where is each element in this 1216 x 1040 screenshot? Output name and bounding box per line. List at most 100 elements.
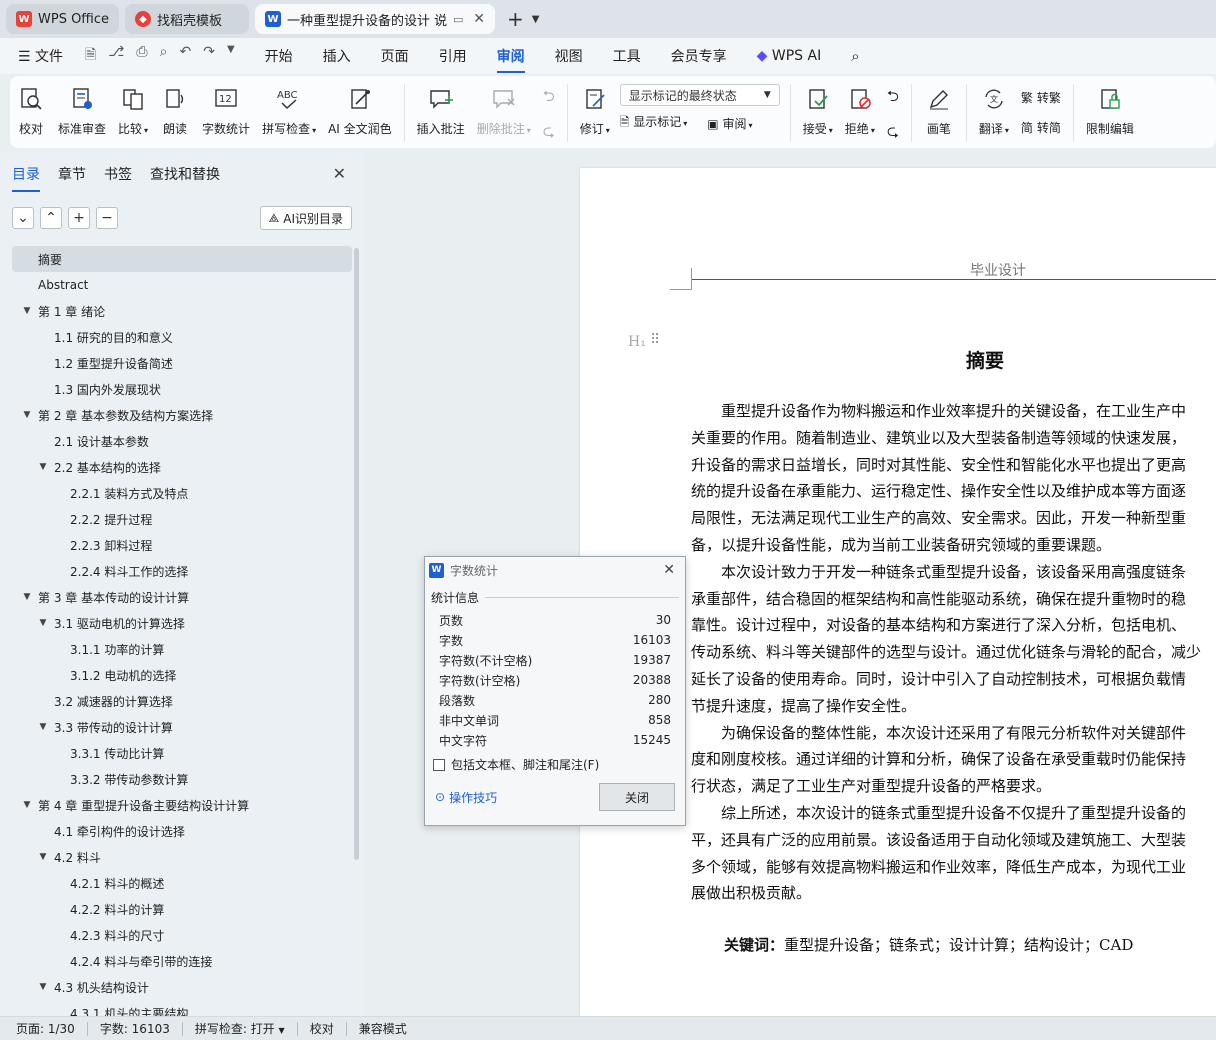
next-change-icon[interactable]: ⮎ — [887, 121, 899, 146]
toc-item[interactable]: 3.1.2 电动机的选择 — [12, 662, 352, 688]
toc-item[interactable]: 3.3.2 带传动参数计算 — [12, 766, 352, 792]
expand-down-icon[interactable]: ⌄ — [12, 207, 34, 229]
toc-item[interactable]: 1.1 研究的目的和意义 — [12, 324, 352, 350]
menu-member[interactable]: 会员专享 — [671, 46, 727, 66]
translate-button[interactable]: 文 翻译 ▾ — [979, 84, 1009, 137]
previous-comment-icon[interactable]: ⮌ — [543, 86, 555, 111]
proof-indicator[interactable]: 校对 — [310, 1020, 334, 1037]
spell-check-indicator[interactable]: 拼写检查: 打开 ▼ — [195, 1020, 285, 1037]
expand-arrow-icon[interactable]: ▼ — [20, 592, 34, 602]
checkbox-icon[interactable] — [433, 758, 445, 771]
close-icon[interactable]: ✕ — [333, 164, 346, 183]
add-heading-icon[interactable]: + — [68, 207, 90, 229]
tab-template[interactable]: ◆ 找稻壳模板 — [125, 4, 250, 34]
expand-arrow-icon[interactable]: ▼ — [20, 800, 34, 810]
ai-polish-button[interactable]: AI 全文润色 — [328, 84, 392, 137]
toc-item[interactable]: ▼ 2.2 基本结构的选择 — [12, 454, 352, 480]
toc-item[interactable]: 3.3.1 传动比计算 — [12, 740, 352, 766]
tab-find-replace[interactable]: 查找和替换 — [150, 164, 220, 190]
menu-page[interactable]: 页面 — [381, 46, 409, 66]
proof-button[interactable]: 校对 — [16, 84, 46, 137]
toc-item[interactable]: 2.2.3 卸料过程 — [12, 532, 352, 558]
toc-item[interactable]: 1.2 重型提升设备简述 — [12, 350, 352, 376]
print-icon[interactable]: ⎙ — [136, 44, 147, 68]
toc-item[interactable]: 2.2.2 提升过程 — [12, 506, 352, 532]
reject-button[interactable]: 拒绝 ▾ — [845, 84, 875, 137]
keywords-line[interactable]: 关键词：重型提升设备；链条式；设计计算；结构设计；CAD — [724, 934, 1133, 955]
menu-view[interactable]: 视图 — [555, 46, 583, 66]
to-simplified-button[interactable]: 简转简 — [1021, 114, 1061, 140]
remove-heading-icon[interactable]: − — [96, 207, 118, 229]
compare-button[interactable]: 比较 ▾ — [118, 84, 148, 137]
toc-item[interactable]: 3.2 减速器的计算选择 — [12, 688, 352, 714]
menu-review[interactable]: 审阅 — [496, 46, 525, 73]
include-textbox-checkbox[interactable]: 包括文本框、脚注和尾注(F) — [425, 750, 685, 779]
expand-arrow-icon[interactable]: ▼ — [36, 462, 50, 472]
tab-sections[interactable]: 章节 — [58, 164, 86, 190]
menu-home[interactable]: 开始 — [265, 46, 293, 66]
undo-icon[interactable]: ↶ — [179, 44, 191, 68]
toc-item[interactable]: 3.1.1 功率的计算 — [12, 636, 352, 662]
chevron-down-icon[interactable]: ▼ — [227, 44, 235, 68]
close-icon[interactable]: ✕ — [663, 562, 675, 578]
expand-arrow-icon[interactable]: ▼ — [36, 618, 50, 628]
word-count-button[interactable]: 12 字数统计 — [202, 84, 250, 137]
page-indicator[interactable]: 页面: 1/30 — [16, 1020, 75, 1037]
search-icon[interactable]: ⌕ — [851, 47, 859, 65]
toc-item[interactable]: ▼ 4.2 料斗 — [12, 844, 352, 870]
redo-icon[interactable]: ↷ — [203, 44, 215, 68]
toc-item[interactable]: 4.1 牵引构件的设计选择 — [12, 818, 352, 844]
document-body[interactable]: 重型提升设备作为物料搬运和作业效率提升的关键设备，在工业生产中 关重要的作用。随着… — [691, 398, 1216, 907]
tab-toc[interactable]: 目录 — [12, 164, 40, 192]
expand-arrow-icon[interactable]: ▼ — [36, 982, 50, 992]
standard-review-button[interactable]: 标准审查 — [58, 84, 106, 137]
show-markup-button[interactable]: 🗎 显示标记 ▾ — [620, 113, 688, 134]
to-traditional-button[interactable]: 繁转繁 — [1021, 84, 1061, 110]
toc-item[interactable]: ▼ 3.3 带传动的设计计算 — [12, 714, 352, 740]
expand-arrow-icon[interactable]: ▼ — [36, 722, 50, 732]
chevron-down-icon[interactable]: ▼ — [532, 14, 540, 25]
menu-insert[interactable]: 插入 — [323, 46, 351, 66]
review-pane-button[interactable]: ▣ 审阅 ▾ — [707, 115, 752, 132]
toc-scrollbar[interactable] — [354, 248, 359, 860]
tab-wps-office[interactable]: W WPS Office — [6, 4, 120, 34]
accept-button[interactable]: 接受 ▾ — [803, 84, 833, 137]
dialog-titlebar[interactable]: W 字数统计 ✕ — [425, 557, 685, 583]
insert-comment-button[interactable]: 插入批注 — [417, 84, 465, 137]
menu-tools[interactable]: 工具 — [613, 46, 641, 66]
heading-marker-icon[interactable]: H₁ — [628, 334, 646, 350]
save-icon[interactable]: 🗎 — [85, 44, 96, 68]
toc-item[interactable]: 摘要 — [12, 246, 352, 272]
toc-item[interactable]: 4.2.2 料斗的计算 — [12, 896, 352, 922]
markup-mode-select[interactable]: 显示标记的最终状态 ▼ — [619, 84, 780, 106]
toc-item[interactable]: ▼ 3.1 驱动电机的计算选择 — [12, 610, 352, 636]
tab-document[interactable]: W 一种重型提升设备的设计 说明 ▭ ✕ — [255, 4, 496, 34]
toc-item[interactable]: ▼ 4.3 机头结构设计 — [12, 974, 352, 1000]
close-button[interactable]: 关闭 — [599, 783, 675, 811]
file-menu[interactable]: ☰ 文件 — [18, 46, 63, 66]
pen-button[interactable]: 画笔 — [924, 84, 954, 137]
tips-link[interactable]: ⊙ 操作技巧 — [435, 789, 497, 806]
tab-bookmarks[interactable]: 书签 — [104, 164, 132, 190]
read-aloud-button[interactable]: 朗读 — [160, 84, 190, 137]
print-preview-icon[interactable]: ⌕ — [160, 44, 168, 68]
ai-toc-button[interactable]: ⟁ AI识别目录 — [259, 206, 352, 230]
spell-check-button[interactable]: ABC 拼写检查 ▾ — [262, 84, 316, 137]
word-count-indicator[interactable]: 字数: 16103 — [100, 1020, 170, 1037]
next-comment-icon[interactable]: ⮎ — [543, 121, 555, 146]
toc-item[interactable]: 4.2.1 料斗的概述 — [12, 870, 352, 896]
delete-comment-button[interactable]: 删除批注 ▾ — [477, 84, 531, 137]
toc-item[interactable]: 4.3.1 机头的主要结构 — [12, 1000, 352, 1017]
close-icon[interactable]: ✕ — [473, 11, 485, 27]
expand-arrow-icon[interactable]: ▼ — [20, 306, 34, 316]
track-changes-button[interactable]: 修订 ▾ — [580, 84, 610, 137]
toc-item[interactable]: 4.2.4 料斗与牵引带的连接 — [12, 948, 352, 974]
menu-wps-ai[interactable]: ◆ WPS AI — [757, 48, 822, 64]
restrict-editing-button[interactable]: 限制编辑 — [1086, 84, 1134, 137]
toc-item[interactable]: 1.3 国内外发展现状 — [12, 376, 352, 402]
drag-handle-icon[interactable]: ⠿ — [650, 332, 660, 348]
toc-item[interactable]: 4.2.3 料斗的尺寸 — [12, 922, 352, 948]
expand-arrow-icon[interactable]: ▼ — [36, 852, 50, 862]
toc-item[interactable]: ▼ 第 4 章 重型提升设备主要结构设计计算 — [12, 792, 352, 818]
expand-arrow-icon[interactable]: ▼ — [20, 410, 34, 420]
